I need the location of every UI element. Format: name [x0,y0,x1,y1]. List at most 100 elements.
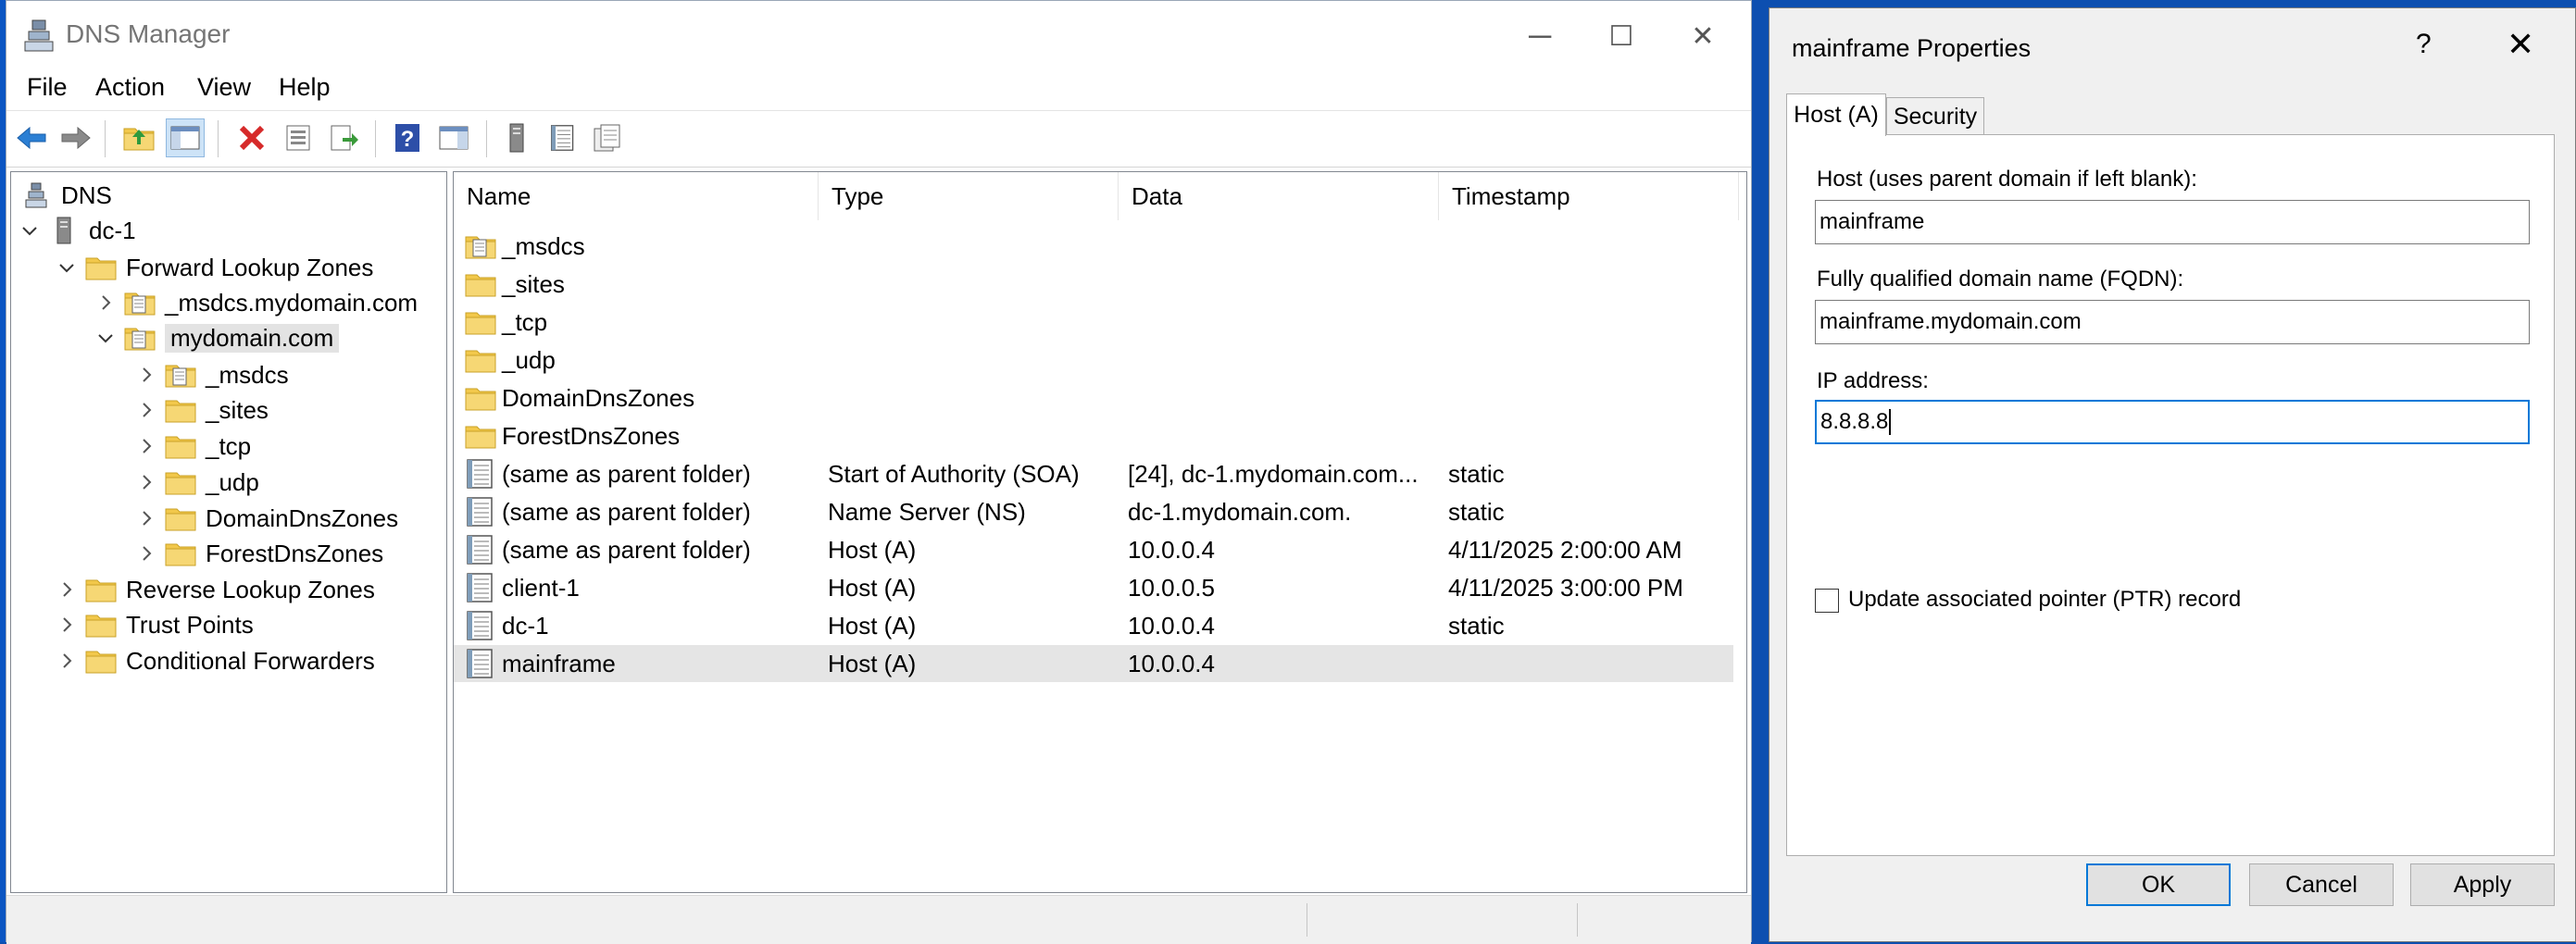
chevron-right-icon[interactable] [56,614,78,636]
folder-icon [465,420,496,452]
chevron-right-icon[interactable] [135,471,157,493]
menu-action[interactable]: Action [95,73,165,102]
tree-node-msdcs-mydomain[interactable]: _msdcs.mydomain.com [94,285,418,320]
ptr-checkbox-label[interactable]: Update associated pointer (PTR) record [1848,587,2241,613]
tree-node-dc-1[interactable]: dc-1 [19,213,136,248]
toolbar-separator [486,120,487,157]
folder-icon [85,647,117,675]
chevron-right-icon[interactable] [135,435,157,457]
chevron-down-icon[interactable] [56,256,78,279]
cell-name: (same as parent folder) [465,455,751,492]
apply-button[interactable]: Apply [2410,863,2555,906]
column-header-name[interactable]: Name [454,172,819,220]
help-button[interactable]: ? [2416,29,2432,60]
tree-node-reverse-lookup-zones[interactable]: Reverse Lookup Zones [56,572,375,607]
close-button[interactable]: ✕ [1666,10,1740,62]
tree-node-tcp[interactable]: _tcp [135,429,251,464]
back-icon[interactable] [12,118,51,157]
cell-type: Start of Authority (SOA) [828,459,1080,488]
ptr-checkbox[interactable] [1815,589,1839,613]
tree-node-forward-lookup-zones[interactable]: Forward Lookup Zones [56,250,373,285]
cell-name: _msdcs [465,228,585,265]
chevron-right-icon[interactable] [56,650,78,672]
tree-node-conditional-forwarders[interactable]: Conditional Forwarders [56,643,375,678]
cancel-button[interactable]: Cancel [2249,863,2394,906]
ip-address-field[interactable]: 8.8.8.8 [1815,400,2530,444]
tree-node-mydomain[interactable]: mydomain.com [94,320,340,355]
column-header-data[interactable]: Data [1119,172,1439,220]
menu-view[interactable]: View [197,73,251,102]
tab-host-a[interactable]: Host (A) [1786,93,1886,136]
up-folder-icon[interactable] [119,118,158,157]
record-name: _tcp [502,307,548,336]
table-row[interactable]: _tcp [454,304,1733,341]
cell-name: _sites [465,266,565,303]
cell-data: 10.0.0.4 [1128,611,1215,640]
column-header-timestamp[interactable]: Timestamp [1439,172,1739,220]
chevron-right-icon[interactable] [135,542,157,565]
record-name: ForestDnsZones [502,421,681,450]
delete-icon[interactable] [232,118,271,157]
table-row[interactable]: _udp [454,342,1733,379]
table-row[interactable]: _msdcs [454,228,1733,265]
chevron-right-icon[interactable] [135,507,157,529]
table-row[interactable]: (same as parent folder) Name Server (NS) d… [454,493,1733,530]
chevron-right-icon[interactable] [135,399,157,421]
show-pane-icon[interactable] [434,118,473,157]
cell-timestamp: static [1448,497,1505,526]
export-icon[interactable] [325,118,364,157]
ok-button[interactable]: OK [2086,863,2231,906]
tab-security[interactable]: Security [1886,97,1984,136]
cell-type: Host (A) [828,535,917,564]
list-icon[interactable] [544,118,582,157]
table-row[interactable]: (same as parent folder) Host (A) 10.0.0.4 4… [454,531,1733,568]
forward-icon[interactable] [56,118,95,157]
cell-type: Host (A) [828,611,917,640]
help-icon[interactable]: ? [388,118,427,157]
tree-node-trust-points[interactable]: Trust Points [56,607,254,642]
chevron-down-icon[interactable] [94,327,117,349]
table-row[interactable]: DomainDnsZones [454,379,1733,416]
tree-label: DomainDnsZones [206,503,399,532]
tree-node-udp[interactable]: _udp [135,465,259,500]
menu-help[interactable]: Help [279,73,331,102]
table-row[interactable]: (same as parent folder) Start of Authorit… [454,455,1733,492]
record-name: dc-1 [502,611,549,640]
chevron-down-icon[interactable] [19,219,41,242]
title-bar[interactable]: DNS Manager ─ ☐ ✕ [6,1,1751,71]
properties-icon[interactable] [279,118,318,157]
minimize-button[interactable]: ─ [1503,10,1577,62]
fqdn-field[interactable]: mainframe.mydomain.com [1815,300,2530,344]
maximize-button[interactable]: ☐ [1584,10,1658,62]
dialog-close-button[interactable]: ✕ [2507,25,2534,64]
table-row[interactable]: mainframe Host (A) 10.0.0.4 [454,645,1733,682]
chevron-right-icon[interactable] [94,292,117,314]
tree-node-dns[interactable]: DNS [20,178,112,213]
tree-node-sites[interactable]: _sites [135,392,269,428]
cell-timestamp: static [1448,611,1505,640]
tree-node-domaindnszones[interactable]: DomainDnsZones [135,501,398,536]
folder-icon [165,504,196,532]
chevron-right-icon[interactable] [56,578,78,601]
menu-bar: File Action View Help [6,71,1751,106]
tree-node-msdcs[interactable]: _msdcs [135,357,289,392]
menu-file[interactable]: File [27,73,68,102]
chevron-right-icon[interactable] [135,364,157,386]
column-header-type[interactable]: Type [819,172,1119,220]
report-icon[interactable] [588,118,627,157]
table-row[interactable]: _sites [454,266,1733,303]
table-row[interactable]: client-1 Host (A) 10.0.0.5 4/11/2025 3:00:0… [454,569,1733,606]
show-tree-icon[interactable] [166,118,205,157]
cell-timestamp: 4/11/2025 2:00:00 AM [1448,535,1682,564]
status-bar [6,895,1751,944]
cell-data: dc-1.mydomain.com. [1128,497,1352,526]
tree-node-forestdnszones[interactable]: ForestDnsZones [135,536,383,571]
folder-icon [165,432,196,460]
table-row[interactable]: ForestDnsZones [454,417,1733,454]
tree-label: Trust Points [126,610,254,639]
server-icon[interactable] [497,118,536,157]
fqdn-value: mainframe.mydomain.com [1819,309,2082,334]
tree-label: _msdcs [206,360,289,389]
table-row[interactable]: dc-1 Host (A) 10.0.0.4 static [454,607,1733,644]
host-field[interactable]: mainframe [1815,200,2530,244]
